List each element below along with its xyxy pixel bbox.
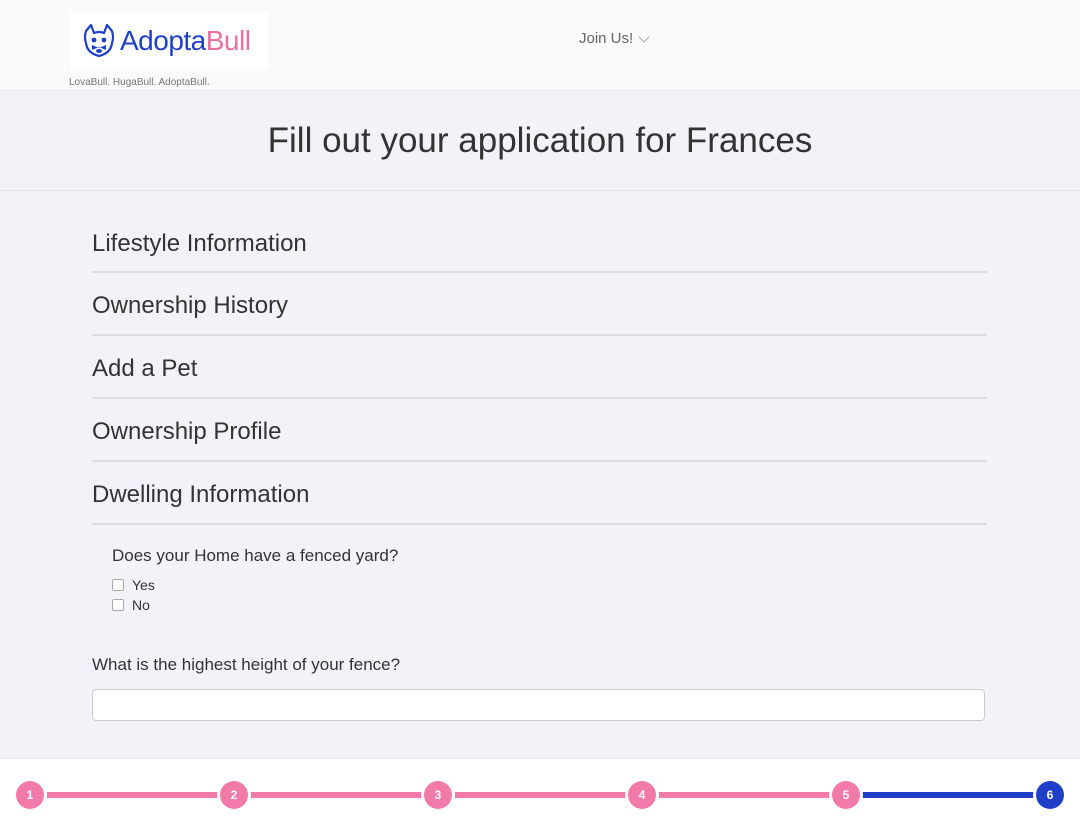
fenced-yard-option-yes[interactable]: Yes: [112, 577, 155, 593]
section-ownership-history[interactable]: Ownership History: [92, 273, 987, 336]
section-dwelling-information[interactable]: Dwelling Information: [92, 462, 987, 525]
fence-height-input[interactable]: [92, 689, 985, 721]
section-lifestyle-information[interactable]: Lifestyle Information: [92, 213, 987, 273]
bulldog-head-icon: [83, 23, 115, 58]
fenced-yard-question: Does your Home have a fenced yard?: [112, 546, 399, 565]
logo[interactable]: AdoptaBull: [70, 12, 268, 70]
tagline: LovaBull. HugaBull. AdoptaBull.: [69, 77, 210, 88]
page-title: Fill out your application for Frances: [267, 120, 813, 160]
logo-wordmark: AdoptaBull: [120, 25, 251, 57]
chevron-down-icon: [638, 30, 650, 43]
join-us-dropdown[interactable]: Join Us!: [579, 30, 650, 47]
fenced-yard-option-no[interactable]: No: [112, 597, 150, 613]
progress-track-current: [846, 792, 1050, 798]
yes-label: Yes: [132, 577, 155, 593]
step-4[interactable]: 4: [628, 781, 656, 809]
no-label: No: [132, 597, 150, 613]
application-sections: Lifestyle Information Ownership History …: [92, 213, 987, 525]
step-1[interactable]: 1: [16, 781, 44, 809]
step-2[interactable]: 2: [220, 781, 248, 809]
section-add-a-pet[interactable]: Add a Pet: [92, 336, 987, 399]
no-checkbox[interactable]: [112, 599, 124, 611]
yes-checkbox[interactable]: [112, 579, 124, 591]
title-band: Fill out your application for Frances: [0, 91, 1080, 191]
step-progress: 1 2 3 4 5 6: [0, 758, 1080, 827]
logo-part-bull: Bull: [205, 25, 251, 56]
step-3[interactable]: 3: [424, 781, 452, 809]
join-us-label: Join Us!: [579, 30, 634, 47]
step-6[interactable]: 6: [1036, 781, 1064, 809]
site-header: AdoptaBull LovaBull. HugaBull. AdoptaBul…: [0, 0, 1080, 91]
step-5[interactable]: 5: [832, 781, 860, 809]
logo-part-adopta: Adopta: [120, 25, 206, 56]
section-ownership-profile[interactable]: Ownership Profile: [92, 399, 987, 462]
fence-height-question: What is the highest height of your fence…: [92, 655, 401, 674]
